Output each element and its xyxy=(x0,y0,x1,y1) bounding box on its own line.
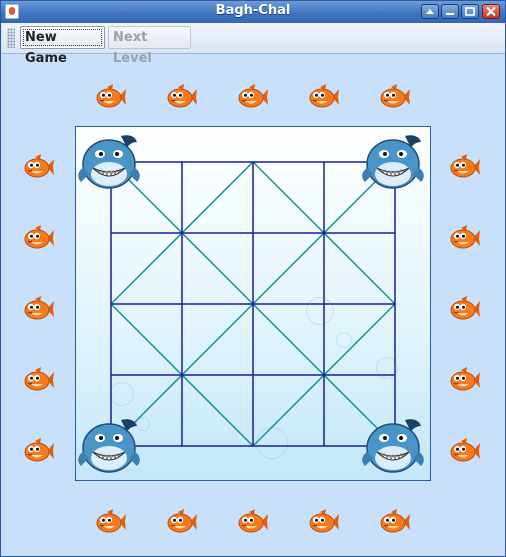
board-intersection[interactable] xyxy=(101,223,121,243)
fish-icon[interactable] xyxy=(308,509,340,535)
fish-icon[interactable] xyxy=(379,84,411,110)
minimize-button[interactable] xyxy=(441,4,459,19)
board-intersection[interactable] xyxy=(314,294,334,314)
shark-icon[interactable] xyxy=(362,135,424,189)
title-bar[interactable]: Bagh-Chal xyxy=(1,1,505,23)
fish-icon[interactable] xyxy=(23,367,55,393)
board-intersection[interactable] xyxy=(101,294,121,314)
board-intersection[interactable] xyxy=(314,223,334,243)
fish-icon[interactable] xyxy=(166,509,198,535)
fish-icon[interactable] xyxy=(166,84,198,110)
fish-icon[interactable] xyxy=(449,154,481,180)
fish-icon[interactable] xyxy=(379,509,411,535)
maximize-button[interactable] xyxy=(461,4,479,19)
board-intersection[interactable] xyxy=(243,436,263,456)
minimize-icon xyxy=(446,13,454,15)
next-level-button[interactable]: Next Level xyxy=(108,26,191,66)
fish-icon[interactable] xyxy=(23,438,55,464)
fish-icon[interactable] xyxy=(449,225,481,251)
board-intersection[interactable] xyxy=(172,436,192,456)
fish-icon[interactable] xyxy=(237,509,269,535)
board-intersection[interactable] xyxy=(314,365,334,385)
board-intersection[interactable] xyxy=(385,223,405,243)
board-intersection[interactable] xyxy=(172,223,192,243)
fish-icon[interactable] xyxy=(95,509,127,535)
fish-icon[interactable] xyxy=(237,84,269,110)
board-intersection[interactable] xyxy=(243,365,263,385)
board[interactable] xyxy=(75,126,431,481)
toolbar-grip-handle[interactable] xyxy=(7,28,15,48)
fish-icon[interactable] xyxy=(23,296,55,322)
board-intersection[interactable] xyxy=(314,152,334,172)
fish-icon[interactable] xyxy=(95,84,127,110)
board-intersection[interactable] xyxy=(172,365,192,385)
board-intersection[interactable] xyxy=(172,152,192,172)
new-game-button[interactable]: New Game xyxy=(20,26,105,66)
toolbar: New Game Next Level xyxy=(2,23,505,66)
shark-icon[interactable] xyxy=(78,135,140,189)
maximize-icon xyxy=(465,7,475,16)
fish-icon[interactable] xyxy=(449,367,481,393)
close-icon xyxy=(486,6,496,17)
shark-icon[interactable] xyxy=(362,419,424,473)
close-button[interactable] xyxy=(482,4,500,19)
fish-icon[interactable] xyxy=(23,225,55,251)
fish-icon[interactable] xyxy=(449,296,481,322)
board-intersection[interactable] xyxy=(243,294,263,314)
board-intersection[interactable] xyxy=(243,223,263,243)
board-lines xyxy=(78,135,424,473)
fish-icon[interactable] xyxy=(449,438,481,464)
rollup-button[interactable] xyxy=(421,4,439,19)
fish-icon[interactable] xyxy=(308,84,340,110)
board-intersection[interactable] xyxy=(172,294,192,314)
board-intersection[interactable] xyxy=(314,436,334,456)
rollup-icon xyxy=(426,9,434,14)
game-window: Bagh-Chal New Game Next Level xyxy=(0,0,506,557)
shark-icon[interactable] xyxy=(78,419,140,473)
game-canvas[interactable] xyxy=(2,54,505,557)
board-intersection[interactable] xyxy=(101,365,121,385)
board-intersection[interactable] xyxy=(243,152,263,172)
board-intersection[interactable] xyxy=(385,294,405,314)
board-intersection[interactable] xyxy=(385,365,405,385)
fish-icon[interactable] xyxy=(23,154,55,180)
